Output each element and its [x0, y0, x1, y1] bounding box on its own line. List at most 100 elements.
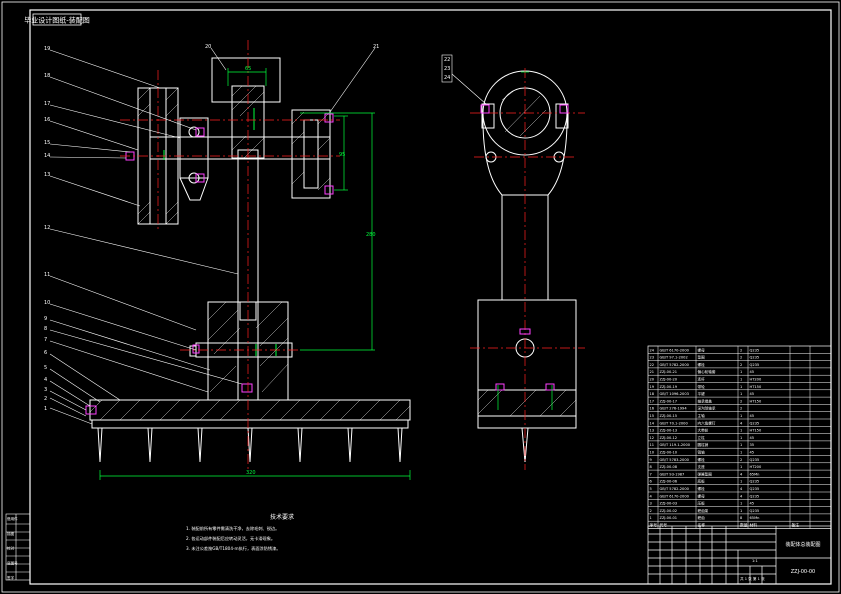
- left-strip-label: 校对: [7, 546, 15, 551]
- dim-overall: 320: [246, 470, 256, 476]
- bom-cell: 35: [750, 443, 755, 447]
- bom-cell: 深沟球轴承: [698, 406, 716, 411]
- balloon-2: 2: [44, 396, 47, 402]
- bom-cell: 底板: [698, 479, 706, 484]
- bom-cell: 平键: [698, 391, 706, 396]
- bom-cell: 内六角螺钉: [698, 420, 716, 425]
- bom-cell: 螺栓: [698, 486, 706, 491]
- leader-lines: [49, 47, 487, 425]
- sheet-title: 装配体总装配图: [785, 541, 820, 548]
- bom-cell: GB/T 119.1-2000: [660, 443, 691, 447]
- balloon-23: 23: [444, 66, 450, 72]
- bom-cell: 10: [650, 451, 655, 455]
- bom-cell: 17: [650, 399, 655, 403]
- fit-marks: [163, 108, 277, 356]
- side-hatch: [477, 89, 577, 417]
- bom-cell: 2: [740, 399, 742, 403]
- bom-cell: Q235: [750, 348, 760, 352]
- balloon-11: 11: [44, 272, 50, 278]
- bom-cell: 1: [650, 516, 652, 520]
- bom-cell: ZZJ-00-10: [660, 451, 678, 455]
- bom-cell: 4: [650, 494, 653, 498]
- bom-cell: ZZJ-00-02: [660, 509, 678, 513]
- bom-cell: 45: [750, 392, 755, 396]
- bom-cell: 12: [650, 436, 655, 440]
- bom-cell: GB/T 70.1-2000: [660, 421, 689, 425]
- bom-header: 序号: [650, 523, 658, 528]
- rake-bar: [91, 419, 409, 429]
- bom-cell: 2: [740, 348, 742, 352]
- bom-cell: 偏心轮轴套: [698, 369, 716, 374]
- balloon-7: 7: [44, 337, 47, 343]
- bom-cell: 轴承端盖: [698, 398, 713, 403]
- left-strip-label: 签字: [7, 575, 15, 580]
- bom-cell: 11: [650, 443, 655, 447]
- bom-cell: 1: [740, 443, 742, 447]
- bom-cell: 8: [740, 516, 743, 520]
- bom-cell: 螺母: [698, 347, 706, 352]
- bom-cell: Q235: [750, 421, 760, 425]
- bom-cell: 4: [740, 421, 743, 425]
- bom-cell: 圆柱销: [698, 442, 709, 447]
- title-tag: 毕业设计图纸-装配图: [24, 16, 90, 25]
- bom-cell: ZZJ-00-08: [660, 465, 678, 469]
- bom-cell: 2: [740, 407, 742, 411]
- bom-cell: 立柱: [698, 435, 706, 440]
- bom-cell: 2: [740, 458, 742, 462]
- bom-cell: 1: [740, 370, 742, 374]
- bom-cell: 螺栓: [698, 457, 706, 462]
- bom-cell: ZZJ-00-21: [660, 370, 678, 374]
- bom-cell: ZZJ-00-01: [660, 516, 678, 520]
- bom-cell: 19: [650, 385, 655, 389]
- bom-cell: 45: [750, 451, 755, 455]
- bom-cell: 22: [650, 363, 655, 367]
- bom-cell: 6: [650, 480, 653, 484]
- bom-cell: HT150: [750, 429, 762, 433]
- bom-cell: GB/T 1096-2003: [660, 392, 689, 396]
- bom-cell: GB/T 6170-2000: [660, 348, 690, 352]
- notes-line-3: 3. 未注公差按GB/T1804-m执行，表面涂防锈漆。: [186, 545, 280, 552]
- bom-cell: 2: [650, 509, 652, 513]
- balloon-15: 15: [44, 140, 50, 146]
- bom-cell: 21: [650, 370, 655, 374]
- bom-cell: Q235: [750, 494, 760, 498]
- bom-cell: ZZJ-00-03: [660, 502, 678, 506]
- balloon-16: 16: [44, 117, 50, 123]
- right-hub-hatch: [291, 111, 331, 191]
- balloon-1: 1: [44, 406, 47, 412]
- bom-cell: GB/T 5782-2000: [660, 363, 690, 367]
- bom-cell: 24: [650, 348, 655, 352]
- bom-cell: 1: [740, 480, 742, 484]
- sheet-of: 共 1 张 第 1 张: [740, 576, 765, 581]
- bom-cell: 1: [740, 378, 742, 382]
- bom-cell: 耙齿架: [698, 508, 709, 513]
- notes-line-1: 1. 装配前所有零件需清洗干净，去除毛刺、锐边。: [186, 525, 279, 532]
- bom-cell: Q235: [750, 487, 760, 491]
- bom-cell: 垫圈: [698, 355, 706, 360]
- bom-cell: 4: [740, 494, 743, 498]
- drawing-scale: 1:1: [752, 559, 758, 563]
- bom-cell: 1: [740, 451, 742, 455]
- bom-cell: HT200: [750, 465, 762, 469]
- balloon-10: 10: [44, 300, 50, 306]
- bom-cell: 9: [650, 458, 653, 462]
- bom-cell: Q235: [750, 480, 760, 484]
- bom-cell: 压板: [698, 501, 706, 506]
- bom-cell: 销轴: [698, 450, 706, 455]
- rake-teeth: [97, 427, 403, 463]
- bom-cell: HT200: [750, 378, 762, 382]
- right-hub-core: [303, 119, 319, 189]
- balloon-9: 9: [44, 316, 47, 322]
- bom-cell: 16: [650, 407, 655, 411]
- side-support: [477, 299, 577, 391]
- bom-cell: 65Mn: [750, 516, 760, 520]
- bom-cell: ZZJ-00-20: [660, 378, 678, 382]
- bom-cell: 大带轮: [698, 428, 709, 433]
- bom-cell: 20: [650, 378, 655, 382]
- balloon-17: 17: [44, 101, 50, 107]
- side-fasteners: [480, 104, 569, 391]
- bom-header: 名称: [698, 523, 706, 528]
- bom-cell: Q235: [750, 458, 760, 462]
- bom-header: 数量: [740, 523, 748, 528]
- notes-line-2: 2. 各运动部件装配后应转动灵活，无卡滞现象。: [186, 535, 275, 542]
